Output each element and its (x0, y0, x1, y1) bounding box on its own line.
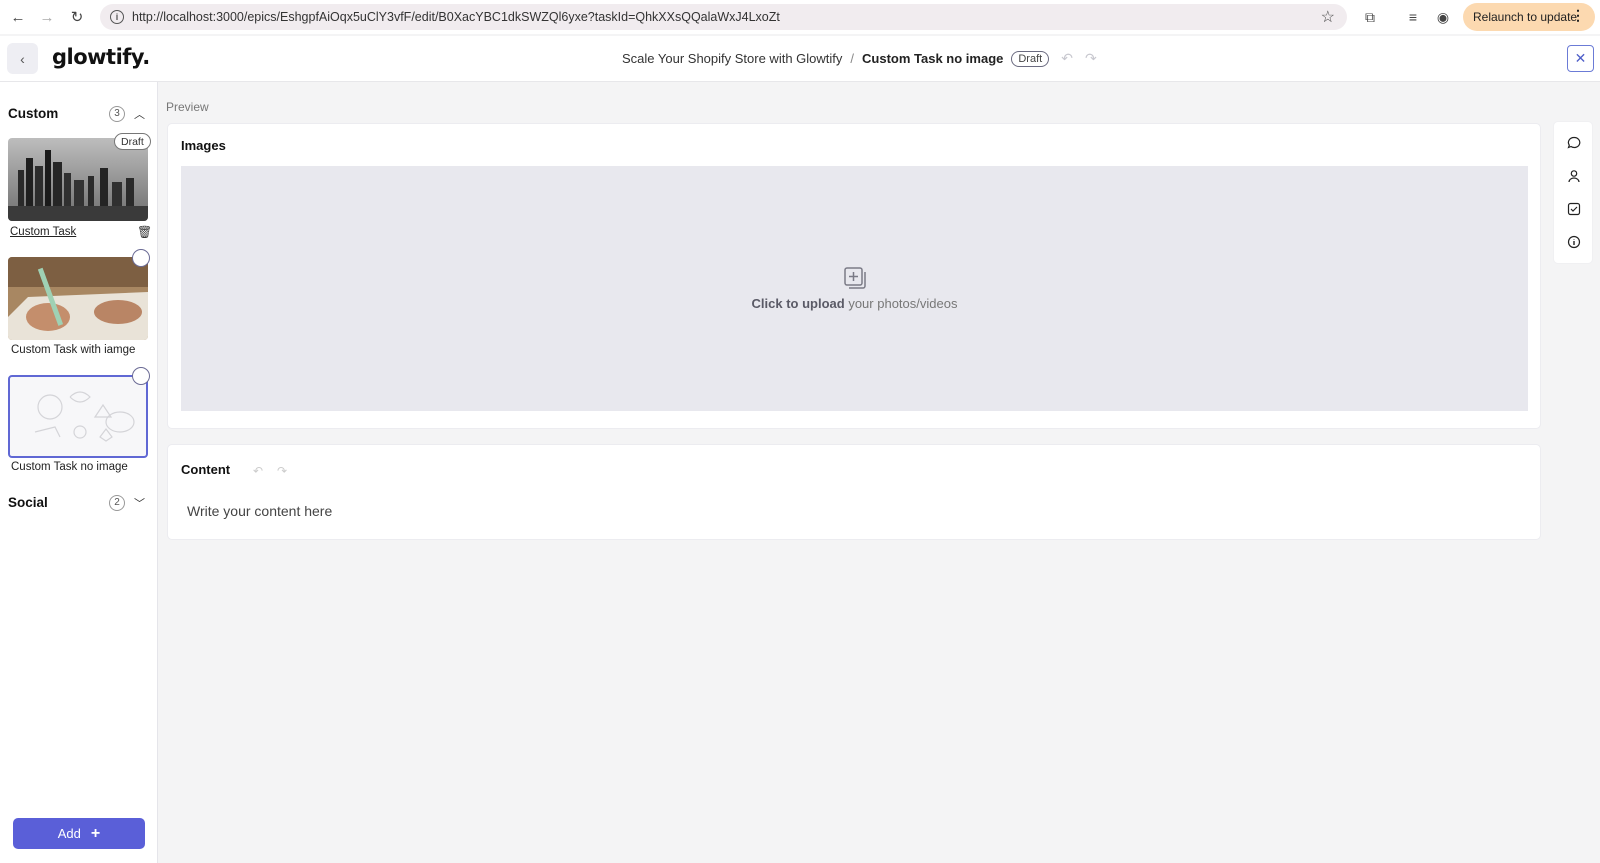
logo: glowtify. (52, 45, 150, 69)
breadcrumb: Scale Your Shopify Store with Glowtify /… (622, 50, 1097, 67)
group-count: 2 (109, 494, 125, 511)
city-skyline-image (8, 138, 148, 221)
task-thumbnail-placeholder[interactable] (8, 375, 148, 458)
relaunch-button[interactable]: Relaunch to update ⋮ (1463, 3, 1595, 31)
checkbox-icon[interactable] (1566, 201, 1582, 217)
group-custom-header[interactable]: Custom 3 ︿ (8, 105, 148, 122)
content-editor[interactable]: Write your content here (187, 503, 332, 519)
url-text: http://localhost:3000/epics/EshgpfAiOqx5… (132, 10, 780, 24)
task-label-custom-task[interactable]: Custom Task (10, 226, 76, 238)
upload-strong: Click to upload (751, 296, 845, 311)
upload-text: Click to upload your photos/videos (752, 296, 958, 311)
breadcrumb-current: Custom Task no image (862, 51, 1004, 66)
task-select-radio-active[interactable] (132, 367, 150, 385)
group-name: Social (8, 495, 48, 510)
images-panel: Images Click to upload your photos/video… (167, 123, 1541, 429)
content-undo-icon[interactable]: ↶ (253, 464, 263, 478)
close-button[interactable]: ✕ (1567, 45, 1594, 72)
status-badge: Draft (1011, 50, 1050, 67)
group-count: 3 (109, 105, 125, 122)
menu-dots-icon: ⋮ (1571, 7, 1585, 23)
content-title: Content (181, 462, 231, 477)
reload-icon[interactable]: ↻ (63, 3, 91, 31)
back-button[interactable]: ‹ (7, 43, 38, 74)
preview-label: Preview (166, 100, 209, 114)
writing-hand-image (8, 257, 148, 340)
breadcrumb-separator: / (850, 51, 855, 66)
content-redo-icon[interactable]: ↷ (277, 464, 287, 478)
back-icon: ‹ (20, 50, 25, 67)
comment-icon[interactable] (1566, 135, 1582, 151)
group-name: Custom (8, 106, 59, 121)
task-thumbnail-writing[interactable] (8, 257, 148, 340)
site-info-icon[interactable]: i (110, 10, 124, 24)
group-social-header[interactable]: Social 2 ﹀ (8, 494, 148, 511)
bookmark-star-icon[interactable]: ☆ (1321, 7, 1335, 27)
browser-back-icon[interactable]: ← (4, 3, 32, 31)
plus-icon: + (90, 824, 101, 842)
redo-icon[interactable]: ↷ (1085, 50, 1097, 67)
task-label-no-image[interactable]: Custom Task no image (11, 461, 128, 473)
extensions-icon[interactable]: ⧉ (1360, 7, 1380, 27)
upload-image-icon (843, 267, 866, 289)
relaunch-label: Relaunch to update (1473, 10, 1578, 24)
add-label: Add (57, 826, 81, 841)
add-button[interactable]: Add + (13, 818, 145, 849)
undo-icon[interactable]: ↶ (1061, 50, 1073, 67)
right-toolbar (1553, 121, 1593, 264)
info-icon[interactable] (1566, 234, 1582, 250)
chevron-up-icon[interactable]: ︿ (134, 106, 145, 122)
browser-toolbar: ← → ↻ i http://localhost:3000/epics/Eshg… (0, 0, 1600, 34)
profile-icon[interactable]: ◉ (1433, 7, 1453, 27)
task-sidebar: Custom 3 ︿ Draft Custom Task 🗑 Custom Ta… (0, 82, 158, 863)
draft-badge: Draft (114, 133, 151, 150)
chevron-down-icon[interactable]: ﹀ (134, 495, 145, 511)
upload-rest: your photos/videos (844, 296, 958, 311)
user-icon[interactable] (1566, 168, 1582, 184)
browser-forward-icon[interactable]: → (33, 3, 61, 31)
close-icon: ✕ (1574, 50, 1587, 66)
media-queue-icon[interactable]: ≡ (1403, 7, 1423, 27)
upload-dropzone[interactable]: Click to upload your photos/videos (181, 166, 1528, 411)
app-header: ‹ glowtify. Scale Your Shopify Store wit… (0, 36, 1600, 82)
breadcrumb-parent[interactable]: Scale Your Shopify Store with Glowtify (622, 51, 842, 66)
task-thumbnail-city[interactable] (8, 138, 148, 221)
content-panel: Content ↶ ↷ Write your content here (167, 444, 1541, 540)
images-title: Images (181, 138, 226, 153)
placeholder-illustration (34, 391, 135, 442)
address-bar[interactable]: i http://localhost:3000/epics/EshgpfAiOq… (100, 4, 1347, 30)
task-label-with-image[interactable]: Custom Task with iamge (11, 344, 135, 356)
trash-icon[interactable]: 🗑 (137, 225, 152, 239)
task-select-radio[interactable] (132, 249, 150, 267)
